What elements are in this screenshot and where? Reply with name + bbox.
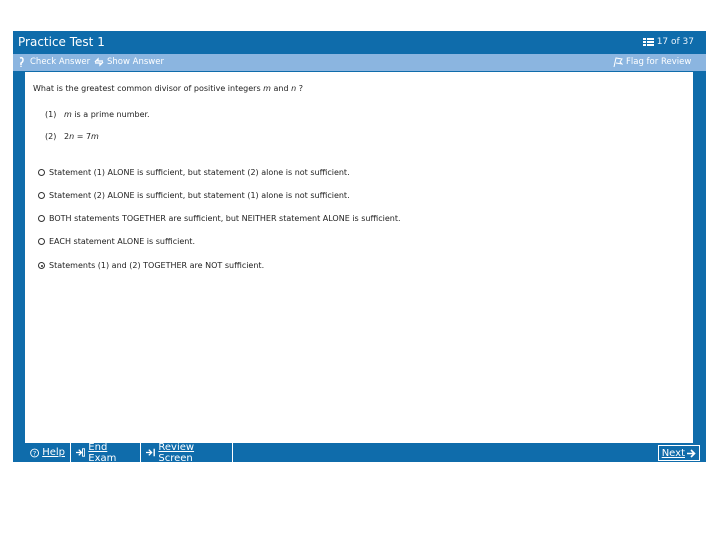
statement-2: (2) 2n = 7m <box>45 132 99 141</box>
flag-for-review-button[interactable]: Flag for Review <box>613 57 691 67</box>
prompt-text: What is the greatest common divisor of p… <box>33 84 264 93</box>
question-panel: What is the greatest common divisor of p… <box>25 72 693 443</box>
next-button[interactable]: Next <box>657 445 700 461</box>
answer-option-e[interactable]: Statements (1) and (2) TOGETHER are NOT … <box>38 261 264 270</box>
statement-1: (1) m is a prime number. <box>45 110 150 119</box>
answer-option-b[interactable]: Statement (2) ALONE is sufficient, but s… <box>38 191 350 200</box>
show-answer-label: Show Answer <box>107 57 164 67</box>
show-answer-button[interactable]: Show Answer <box>94 57 164 67</box>
help-icon: ? <box>30 448 40 457</box>
list-icon <box>642 38 654 46</box>
end-exam-icon <box>76 448 86 457</box>
answer-option-d[interactable]: EACH statement ALONE is sufficient. <box>38 237 195 246</box>
title-bar: Practice Test 1 17 of 37 <box>13 31 706 54</box>
prompt-and: and <box>270 84 292 93</box>
statement-1-var: m <box>63 110 72 119</box>
option-label: Statements (1) and (2) TOGETHER are NOT … <box>49 261 265 270</box>
radio-button[interactable] <box>38 238 45 245</box>
statement-2-eq: = 7 <box>74 132 92 141</box>
counter-text: 17 of 37 <box>656 37 694 47</box>
svg-text:?: ? <box>33 449 36 457</box>
radio-button-selected[interactable] <box>38 262 45 269</box>
bottom-bar: ? Help End Exam Review Screen Next <box>25 441 706 464</box>
answer-option-a[interactable]: Statement (1) ALONE is sufficient, but s… <box>38 168 350 177</box>
statement-2-number: (2) <box>45 132 57 141</box>
var-m: m <box>263 84 271 93</box>
question-counter: 17 of 37 <box>642 37 694 47</box>
statement-1-text: is a prime number. <box>71 110 150 119</box>
exam-window: Practice Test 1 17 of 37 Check Answer Sh… <box>13 31 706 464</box>
radio-button[interactable] <box>38 192 45 199</box>
review-screen-icon <box>146 448 155 457</box>
statement-2-rhs-var: m <box>91 132 99 141</box>
radio-button[interactable] <box>38 169 45 176</box>
next-arrow-icon <box>687 448 696 458</box>
flag-for-review-label: Flag for Review <box>626 57 692 67</box>
check-answer-icon <box>19 57 24 67</box>
option-label: BOTH statements TOGETHER are sufficient,… <box>49 214 401 223</box>
help-button[interactable]: ? Help <box>25 443 71 462</box>
statement-1-number: (1) <box>45 110 57 119</box>
review-screen-button[interactable]: Review Screen <box>141 441 233 464</box>
radio-button[interactable] <box>38 215 45 222</box>
review-screen-label: Review Screen <box>158 441 195 464</box>
check-answer-button[interactable]: Check Answer <box>18 57 90 67</box>
help-label: Help <box>42 447 65 458</box>
flag-icon <box>613 57 623 67</box>
answer-option-c[interactable]: BOTH statements TOGETHER are sufficient,… <box>38 214 401 223</box>
window-title: Practice Test 1 <box>18 35 105 49</box>
prompt-suffix: ? <box>296 84 303 93</box>
question-prompt: What is the greatest common divisor of p… <box>33 84 303 93</box>
option-label: EACH statement ALONE is sufficient. <box>49 237 195 246</box>
toolbar: Check Answer Show Answer Flag for Review <box>13 54 706 71</box>
option-label: Statement (1) ALONE is sufficient, but s… <box>49 168 350 177</box>
end-exam-button[interactable]: End Exam <box>71 441 141 464</box>
next-label: Next <box>661 447 685 459</box>
check-answer-label: Check Answer <box>30 57 91 67</box>
end-exam-label: End Exam <box>88 441 117 464</box>
show-answer-icon <box>94 57 104 67</box>
option-label: Statement (2) ALONE is sufficient, but s… <box>49 191 350 200</box>
